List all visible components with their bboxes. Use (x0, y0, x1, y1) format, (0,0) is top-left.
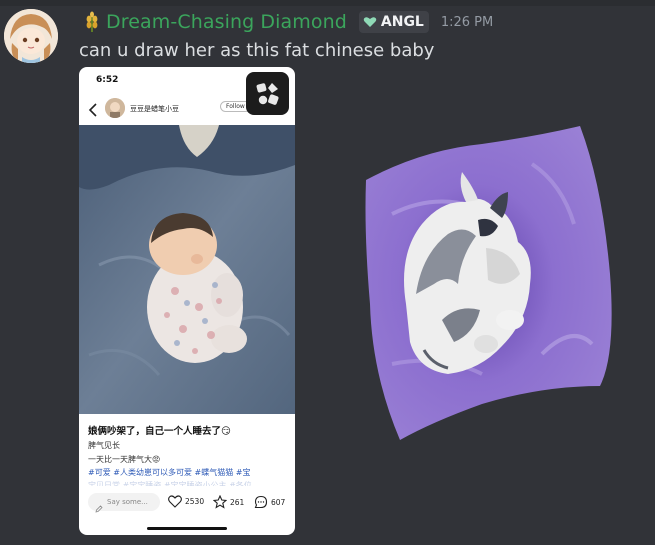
heart-icon (363, 16, 377, 28)
comment-count: 607 (271, 497, 286, 507)
message-header: Dream-Chasing Diamond ANGL 1:26 PM (84, 9, 493, 35)
star-count: 261 (230, 497, 245, 507)
username[interactable]: Dream-Chasing Diamond (106, 11, 347, 33)
timestamp[interactable]: 1:26 PM (441, 15, 493, 30)
baby-photo (79, 125, 295, 414)
comment-placeholder: Say some... (107, 498, 148, 506)
home-indicator (147, 527, 227, 530)
post-tags-overflow: 宝贝日常 #宝宝睡姿 #宝宝睡姿小公主 #各位 (88, 481, 252, 486)
comment-input: Say some... (88, 493, 160, 513)
like-heart-icon (168, 495, 182, 508)
channel-top-edge (0, 0, 655, 6)
back-arrow-icon (88, 102, 98, 117)
post-tags: #可爱 #人类幼崽可以多可爱 #蝶气猫猫 #宝 (88, 468, 251, 477)
wheat-icon (84, 11, 100, 33)
attachment-phone-screenshot[interactable]: 6:52 豆豆是蜡笔小豆 Follow 娘俩吵架了，自己一个人睡去了😏 脾气见长… (79, 67, 295, 535)
post-title: 娘俩吵架了，自己一个人睡去了😏 (88, 426, 231, 437)
app-grid-icon (246, 72, 289, 115)
post-author-avatar (105, 98, 125, 118)
star-action: 261 (213, 495, 244, 509)
user-avatar[interactable] (4, 9, 58, 63)
role-tag[interactable]: ANGL (358, 11, 429, 33)
like-count: 2530 (185, 497, 205, 506)
comment-action: 607 (254, 495, 285, 509)
attachment-artwork-image[interactable] (362, 124, 616, 442)
message-text: can u draw her as this fat chinese baby (79, 40, 435, 61)
post-line-2: 一天比一天脾气大😡 (88, 455, 161, 464)
pen-icon (95, 498, 103, 513)
phone-status-time: 6:52 (96, 75, 119, 85)
star-icon (213, 495, 227, 509)
post-line-1: 脾气见长 (88, 441, 120, 450)
like-action: 2530 (168, 495, 204, 508)
role-tag-label: ANGL (380, 14, 424, 30)
comment-bubble-icon (254, 495, 268, 509)
post-author-name: 豆豆是蜡笔小豆 (130, 105, 179, 113)
